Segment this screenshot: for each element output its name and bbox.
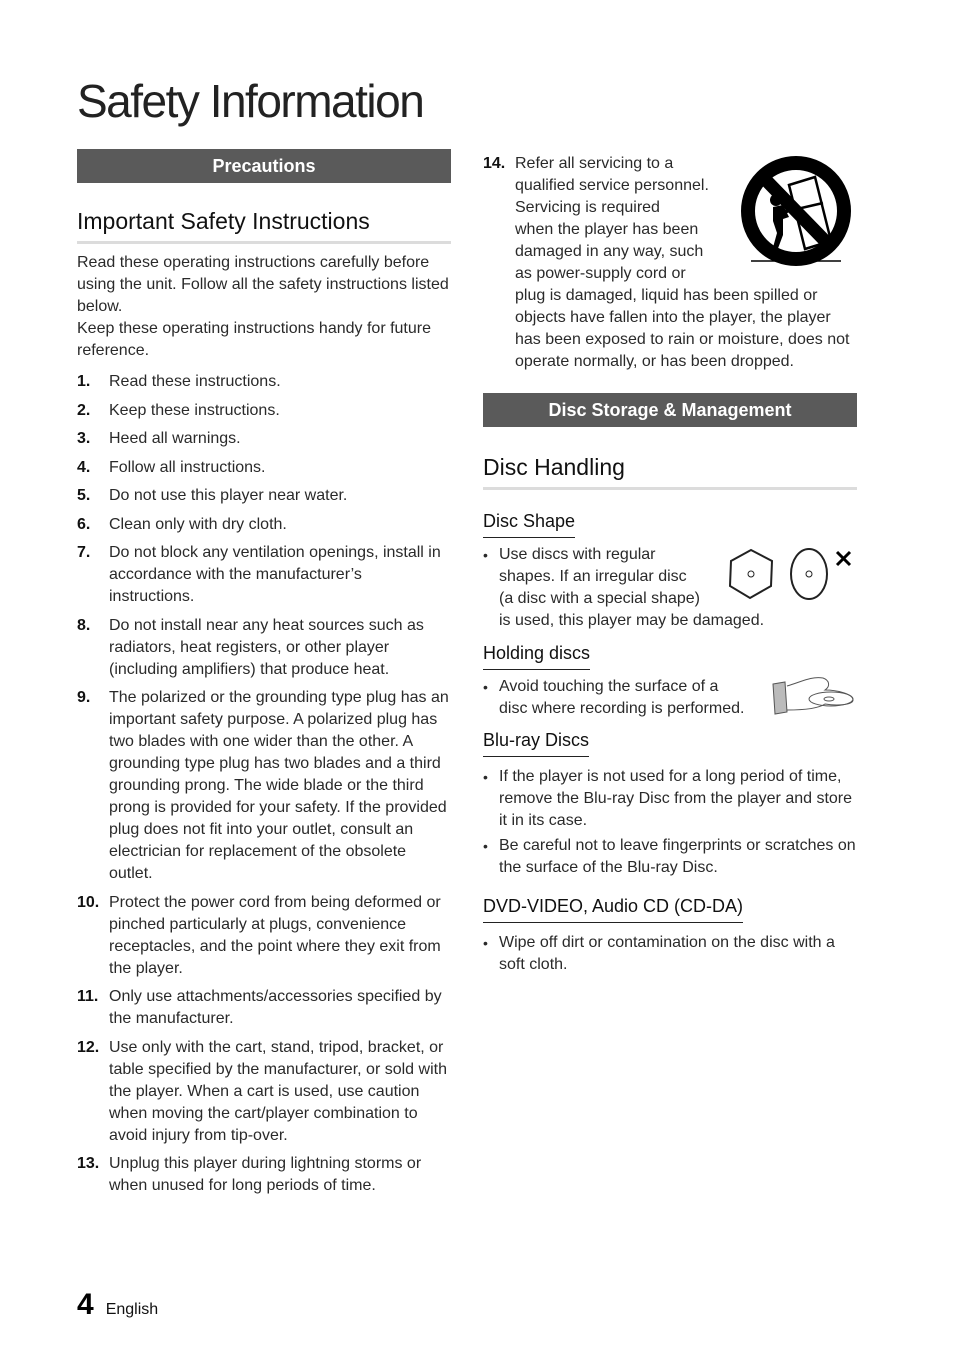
bullet-text: Wipe off dirt or contamination on the di… (499, 934, 835, 973)
instruction-text: Heed all warnings. (109, 430, 241, 447)
instruction-number: 8. (77, 616, 91, 634)
instruction-number: 7. (77, 544, 91, 561)
text-line: disc where recording is performed. (499, 700, 745, 717)
instruction-number: 11. (77, 988, 99, 1005)
subheading-bluray-discs: Blu-ray Discs (483, 730, 590, 757)
instruction-number: 1. (77, 373, 91, 390)
bullet-icon: • (483, 547, 488, 563)
text-line: Avoid touching the surface of a (499, 678, 719, 695)
bluray-section: Blu-ray Discs • If the player is not used… (483, 730, 857, 882)
text-line: damaged in any way, such (515, 243, 704, 260)
instruction-item: 2. Keep these instructions. (77, 400, 451, 422)
instruction-item: 1. Read these instructions. (77, 371, 451, 393)
bluray-bullets: • If the player is not used for a long pe… (483, 766, 857, 879)
heading-important-safety-instructions: Important Safety Instructions (77, 208, 451, 244)
text-line: when the player has been (515, 221, 699, 238)
instruction-item: 13. Unplug this player during lightning s… (77, 1153, 451, 1197)
text-line: Servicing is required (515, 199, 660, 216)
instruction-item: 10. Protect the power cord from being def… (77, 892, 451, 980)
instruction-text: Follow all instructions. (109, 458, 266, 476)
bullet-text: Be careful not to leave fingerprints or … (499, 837, 856, 876)
holding-discs-text: Avoid touching the surface of a disc wher… (499, 676, 744, 720)
bullet-icon: • (483, 769, 488, 785)
item-14-text-wrapped: Refer all servicing to a qualified servic… (515, 153, 739, 285)
text-line: is used, this player may be damaged. (499, 612, 765, 629)
instruction-item: 6. Clean only with dry cloth. (77, 514, 451, 536)
instruction-text: Only use attachments/accessories specifi… (109, 988, 442, 1027)
section-bar-precautions: Precautions (77, 149, 451, 183)
instruction-text: Keep these instructions. (109, 401, 280, 419)
cross-mark-icon (835, 550, 852, 567)
instruction-text: Use only with the cart, stand, tripod, b… (109, 1038, 447, 1144)
heading-disc-handling: Disc Handling (483, 454, 857, 490)
safety-instructions-list: 1. Read these instructions. 2. Keep these i… (77, 371, 451, 1197)
bullet-icon: • (483, 679, 488, 695)
subheading-disc-shape: Disc Shape (483, 511, 576, 538)
instruction-text: Read these instructions. (109, 373, 281, 390)
text-line: Refer all servicing to a (515, 155, 674, 172)
instruction-number: 12. (77, 1038, 100, 1056)
item-14-text-rest: plug is damaged, liquid has been spilled… (515, 287, 850, 370)
instruction-number: 3. (77, 430, 91, 447)
disc-shape-illustration (723, 544, 863, 604)
instruction-number: 5. (77, 487, 91, 504)
cart-tip-over-warning-icon (739, 153, 857, 285)
hand-holding-disc-icon (771, 674, 857, 716)
intro-paragraph-2: Keep these operating instructions handy … (77, 320, 431, 359)
bullet-item: • If the player is not used for a long pe… (483, 766, 857, 832)
item-14-number: 14. (483, 155, 506, 172)
bullet-icon: • (483, 838, 488, 854)
section-bar-disc-storage: Disc Storage & Management (483, 393, 857, 427)
intro-paragraph-1: Read these operating instructions carefu… (77, 254, 449, 315)
instruction-item: 5. Do not use this player near water. (77, 485, 451, 507)
instruction-number: 2. (77, 401, 91, 419)
instruction-number: 13. (77, 1155, 100, 1172)
holding-discs-section: Holding discs • Avoid touching the surfa… (483, 643, 857, 720)
instruction-text: Clean only with dry cloth. (109, 515, 287, 533)
dvd-bullets: • Wipe off dirt or contamination on the d… (483, 932, 857, 976)
instruction-number: 9. (77, 689, 91, 706)
page-footer: 4 English (77, 1288, 158, 1322)
bullet-item: • Wipe off dirt or contamination on the d… (483, 932, 857, 976)
instruction-text: The polarized or the grounding type plug… (109, 689, 449, 882)
dvd-section: DVD-VIDEO, Audio CD (CD-DA) • Wipe off di… (483, 896, 857, 979)
instruction-item: 9. The polarized or the grounding type pl… (77, 687, 451, 885)
instruction-item: 4. Follow all instructions. (77, 457, 451, 479)
page-language: English (105, 1301, 159, 1318)
text-line: as power-supply cord or (515, 265, 686, 282)
instruction-text: Protect the power cord from being deform… (109, 893, 441, 977)
instruction-text: Unplug this player during lightning stor… (109, 1155, 422, 1194)
oval-disc-icon (790, 548, 828, 600)
instruction-item: 3. Heed all warnings. (77, 428, 451, 450)
item-14: 14. Refer all servicing to a qualified se… (483, 153, 857, 373)
instruction-item: 12. Use only with the cart, stand, tripod… (77, 1037, 451, 1147)
page-title: Safety Information (77, 75, 425, 127)
instruction-text: Do not use this player near water. (109, 487, 348, 504)
text-line: qualified service personnel. (515, 177, 709, 194)
instruction-number: 4. (77, 458, 91, 476)
subheading-dvd-audio-cd: DVD-VIDEO, Audio CD (CD-DA) (483, 896, 744, 923)
instruction-text: Do not block any ventilation openings, i… (109, 544, 441, 605)
disc-shape-section: Disc Shape • Use discs with regular shape… (483, 511, 857, 632)
page-number: 4 (77, 1288, 94, 1321)
bullet-item: • Be careful not to leave fingerprints or… (483, 835, 857, 879)
hexagon-disc-icon (728, 548, 774, 600)
bullet-icon: • (483, 935, 488, 951)
instruction-text: Do not install near any heat sources suc… (109, 616, 424, 678)
subheading-holding-discs: Holding discs (483, 643, 591, 670)
instruction-number: 6. (77, 515, 91, 533)
instruction-item: 7. Do not block any ventilation openings,… (77, 542, 451, 608)
instruction-number: 10. (77, 893, 100, 911)
instruction-item: 8. Do not install near any heat sources s… (77, 615, 451, 681)
instruction-item: 11. Only use attachments/accessories spec… (77, 986, 451, 1030)
bullet-text: If the player is not used for a long per… (499, 768, 853, 829)
